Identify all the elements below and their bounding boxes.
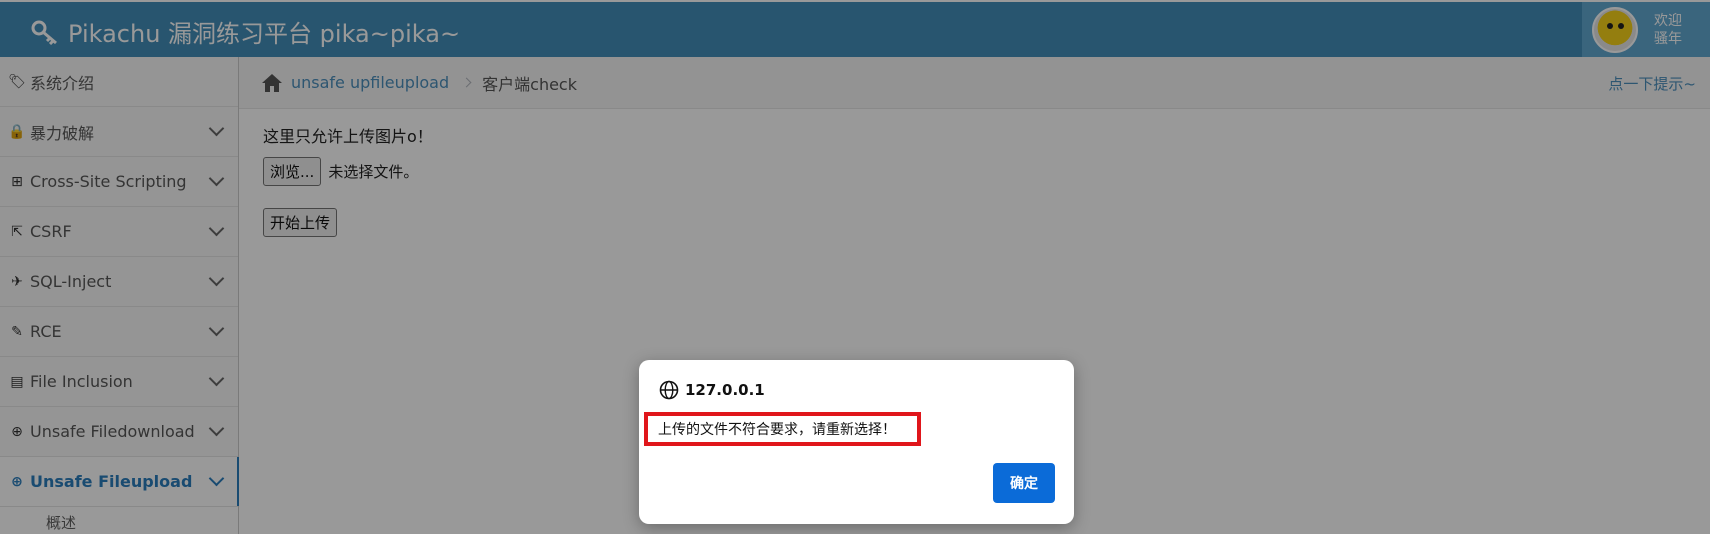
dialog-title: 127.0.0.1	[685, 381, 765, 399]
dialog-header: 127.0.0.1	[659, 380, 765, 400]
ok-button[interactable]: 确定	[993, 463, 1055, 503]
alert-dialog: 127.0.0.1 上传的文件不符合要求，请重新选择！ 确定	[639, 360, 1074, 524]
page: Pikachu 漏洞练习平台 pika~pika~ 欢迎 骚年 🏷 系统介绍 🔒…	[0, 0, 1710, 534]
globe-icon	[659, 380, 679, 400]
dialog-message: 上传的文件不符合要求，请重新选择！	[644, 412, 921, 446]
